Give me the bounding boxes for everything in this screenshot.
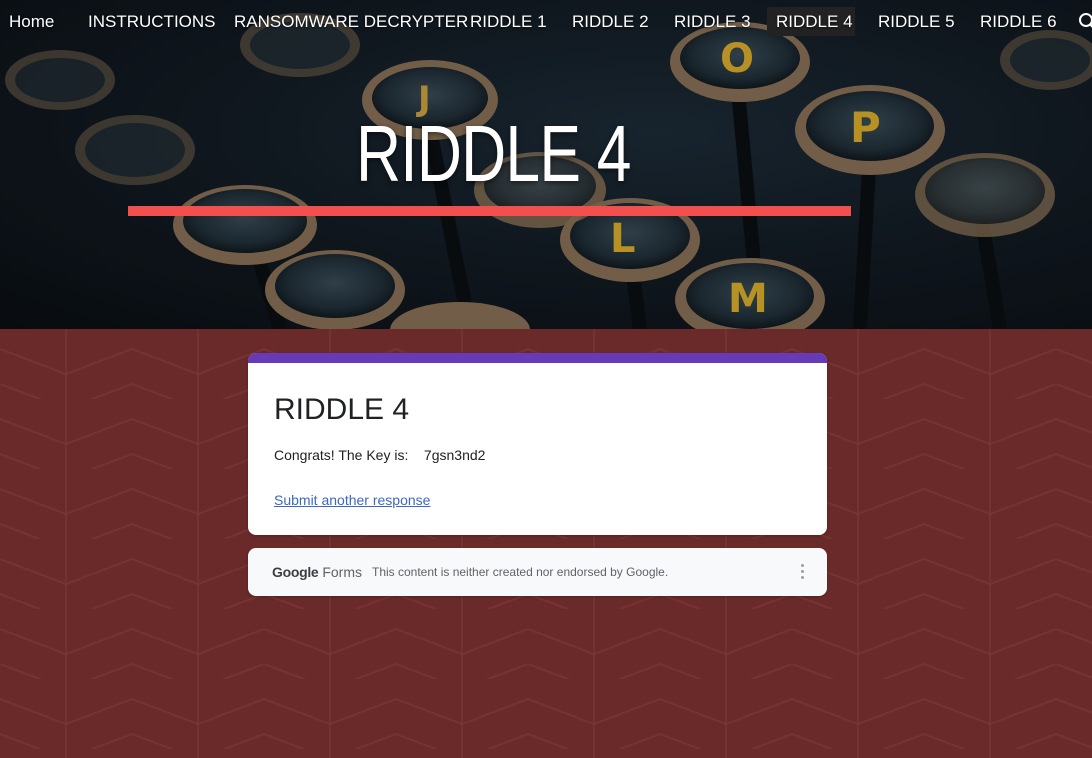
google-wordmark: Google — [272, 564, 319, 580]
disclaimer-text: This content is neither created nor endo… — [372, 565, 669, 579]
confirmation-message: Congrats! The Key is: 7gsn3nd2 — [274, 447, 486, 463]
google-forms-logo[interactable]: Google Forms — [272, 564, 362, 580]
nav-item-instructions[interactable]: INSTRUCTIONS — [79, 7, 225, 36]
form-accent-bar — [248, 353, 827, 363]
nav-item-riddle-6[interactable]: RIDDLE 6 — [971, 7, 1066, 36]
nav-item-riddle-5[interactable]: RIDDLE 5 — [869, 7, 964, 36]
more-vert-icon[interactable] — [797, 562, 807, 582]
title-underline — [128, 206, 851, 216]
nav-item-riddle-4[interactable]: RIDDLE 4 — [767, 7, 855, 36]
form-response-card: RIDDLE 4 Congrats! The Key is: 7gsn3nd2 … — [248, 353, 827, 535]
forms-wordmark: Forms — [322, 564, 362, 580]
nav-item-ransomware-decrypter[interactable]: RANSOMWARE DECRYPTER — [225, 7, 477, 36]
top-navigation: Home INSTRUCTIONS RANSOMWARE DECRYPTER R… — [0, 0, 1092, 44]
form-title: RIDDLE 4 — [274, 393, 410, 426]
hero-banner: J O P L M Home INSTRUCTI — [0, 0, 1092, 329]
google-forms-footer: Google Forms This content is neither cre… — [248, 548, 827, 596]
nav-item-home[interactable]: Home — [0, 7, 63, 36]
nav-item-riddle-1[interactable]: RIDDLE 1 — [461, 7, 556, 36]
nav-item-riddle-3[interactable]: RIDDLE 3 — [665, 7, 760, 36]
nav-item-riddle-2[interactable]: RIDDLE 2 — [563, 7, 658, 36]
search-icon[interactable] — [1078, 12, 1092, 32]
page-title: RIDDLE 4 — [356, 109, 631, 198]
submit-another-response-link[interactable]: Submit another response — [274, 492, 430, 508]
